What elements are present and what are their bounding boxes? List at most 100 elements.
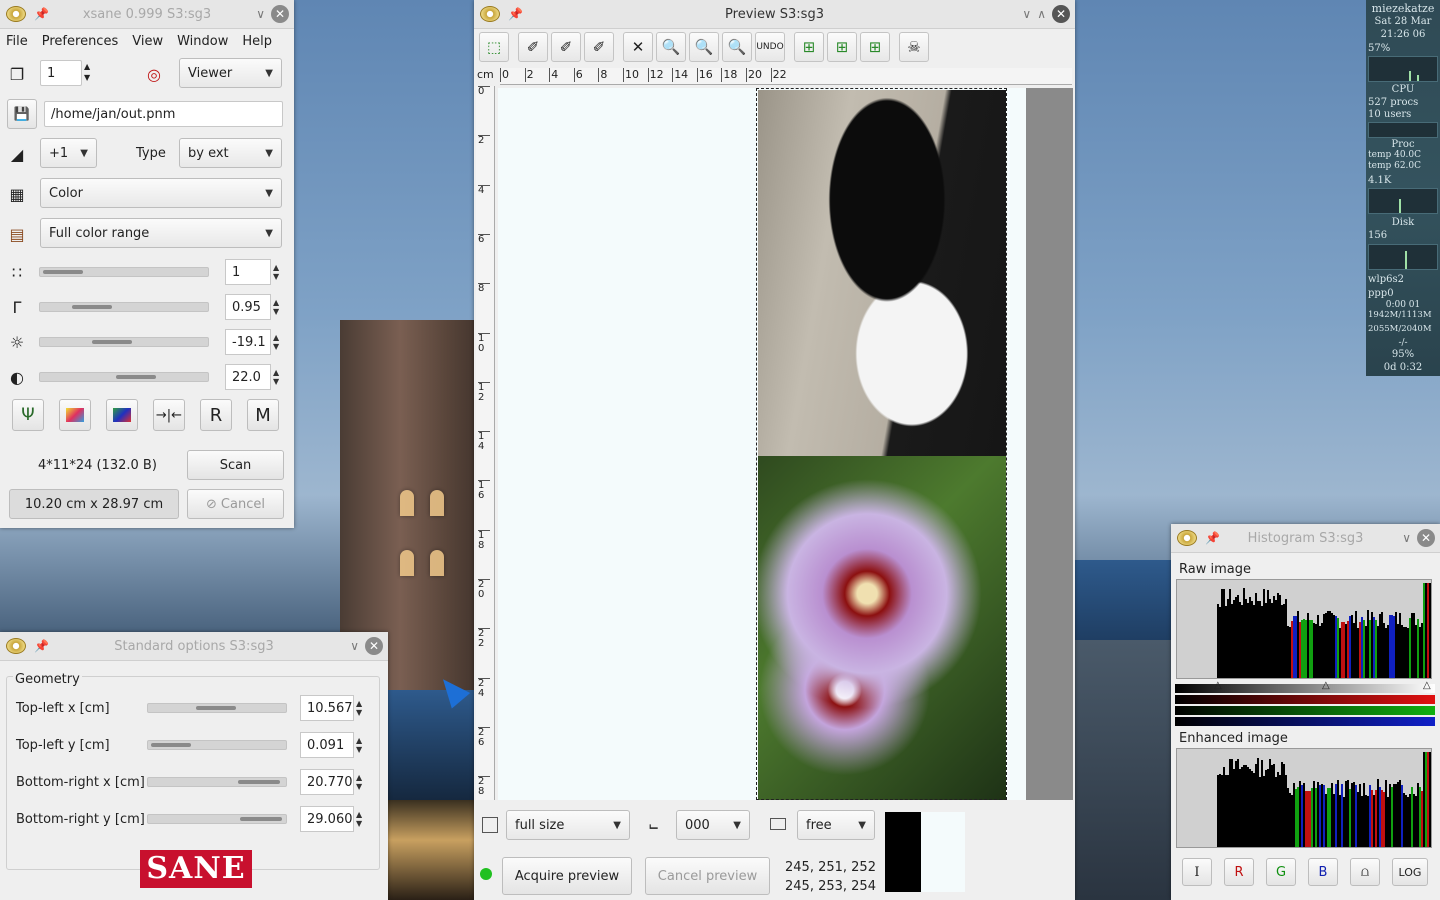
rotation-value: 000 [685, 817, 710, 833]
close-icon[interactable]: ✕ [1417, 529, 1435, 547]
ratio-select[interactable]: free ▼ [797, 810, 875, 840]
lines-toggle-icon[interactable]: ⩍ [1350, 858, 1380, 886]
pin-icon[interactable]: 📌 [1205, 531, 1220, 545]
preview-titlebar[interactable]: 📌 Preview S3:sg3 ∨ ∧ ✕ [474, 0, 1075, 29]
xsane-titlebar[interactable]: 📌 xsane 0.999 S3:sg3 ∨ ✕ [0, 0, 294, 29]
store-enhance-icon[interactable]: →|← [153, 399, 185, 431]
default-enhance-icon[interactable] [59, 399, 91, 431]
pin-icon[interactable]: 📌 [508, 7, 523, 21]
tlx-slider[interactable] [147, 703, 287, 713]
step-select[interactable]: +1 ▼ [40, 138, 97, 168]
pin-icon[interactable]: 📌 [34, 639, 49, 653]
chevron-down-icon[interactable]: ∨ [256, 7, 265, 21]
blue-toggle[interactable]: B [1308, 858, 1338, 886]
gray-point-handle[interactable]: △ [1322, 680, 1330, 691]
stdopts-titlebar[interactable]: 📌 Standard options S3:sg3 ∨ ✕ [0, 632, 388, 661]
chevron-down-icon[interactable]: ∨ [1402, 531, 1411, 545]
mode-select[interactable]: Viewer ▼ [179, 58, 282, 88]
pipette-white-icon[interactable]: ✐ [518, 32, 548, 62]
range-select[interactable]: Full color range ▼ [40, 218, 282, 248]
cancel-preview-button[interactable]: Cancel preview [645, 857, 770, 895]
brightness-spin[interactable]: -19.1 ▲ ▼ [225, 329, 279, 355]
users: 10 users [1368, 109, 1412, 120]
close-icon[interactable]: ✕ [365, 637, 383, 655]
film-icon: ▤ [9, 224, 25, 244]
type-select[interactable]: by ext ▼ [179, 138, 282, 168]
tly-value[interactable]: 0.091 [300, 732, 354, 758]
contrast-slider[interactable] [39, 372, 209, 382]
gamma-spin[interactable]: 0.95 ▲ ▼ [225, 294, 279, 320]
selection-rectangle[interactable] [756, 88, 1007, 800]
brx-value[interactable]: 20.770 [300, 769, 354, 795]
preview-canvas[interactable] [498, 88, 1073, 800]
bry-slider[interactable] [147, 814, 287, 824]
zoom-reset-icon[interactable]: ✕ [623, 32, 653, 62]
zoom-undo-icon[interactable]: UNDO [755, 32, 785, 62]
zoom-select[interactable]: full size ▼ [506, 810, 630, 840]
autoselect-icon[interactable]: ⊞ [794, 32, 824, 62]
gamma-slider[interactable] [39, 302, 209, 312]
acquire-preview-button[interactable]: Acquire preview [502, 857, 632, 895]
restore-enhance-icon[interactable] [106, 399, 138, 431]
full-area-icon[interactable]: ⊞ [860, 32, 890, 62]
pipette-black-icon[interactable]: ✐ [584, 32, 614, 62]
select-area-icon[interactable]: ⬚ [479, 32, 509, 62]
menu-view[interactable]: View [132, 34, 163, 49]
black-point-handle[interactable]: △ [1214, 680, 1222, 691]
rotation-select[interactable]: 000 ▼ [676, 810, 750, 840]
close-icon[interactable]: ✕ [1052, 5, 1070, 23]
brx-slider[interactable] [147, 777, 287, 787]
tly-slider[interactable] [147, 740, 287, 750]
auto-enhance-icon[interactable]: Ψ [12, 399, 44, 431]
scan-button[interactable]: Scan [187, 450, 284, 480]
menu-window[interactable]: Window [177, 34, 228, 49]
close-icon[interactable]: ✕ [271, 5, 289, 23]
gamma-value[interactable]: 0.95 [225, 294, 271, 320]
contrast-value[interactable]: 22.0 [225, 364, 271, 390]
chevron-up-icon[interactable]: ∧ [1037, 7, 1046, 21]
resolution-slider[interactable] [39, 267, 209, 277]
zoom-area-icon[interactable]: 🔍 [722, 32, 752, 62]
blue-slider-strip[interactable] [1175, 717, 1435, 726]
brightness-value[interactable]: -19.1 [225, 329, 271, 355]
filename-input[interactable]: /home/jan/out.pnm [44, 101, 283, 127]
chevron-down-icon[interactable]: ∨ [350, 639, 359, 653]
brightness-slider[interactable] [39, 337, 209, 347]
delete-images-icon[interactable]: ☠ [899, 32, 929, 62]
save-icon[interactable]: 💾 [7, 99, 37, 129]
intensity-toggle[interactable]: I [1182, 858, 1212, 886]
bry-spin[interactable]: 29.060 ▲ ▼ [300, 806, 362, 832]
bry-value[interactable]: 29.060 [300, 806, 354, 832]
log-toggle[interactable]: LOG [1392, 858, 1428, 886]
tlx-spin[interactable]: 10.567 ▲ ▼ [300, 695, 362, 721]
color-mode-select[interactable]: Color ▼ [40, 178, 282, 208]
zoom-in-icon[interactable]: 🔍 [689, 32, 719, 62]
menu-preferences[interactable]: Preferences [42, 34, 118, 49]
menu-help[interactable]: Help [242, 34, 272, 49]
resolution-value[interactable]: 1 [225, 259, 271, 285]
autoraise-icon[interactable]: ⊞ [827, 32, 857, 62]
reset-icon[interactable]: R [200, 399, 232, 431]
medium-icon[interactable]: M [247, 399, 279, 431]
zoom-out-icon[interactable]: 🔍 [656, 32, 686, 62]
sane-logo: SANE [140, 850, 252, 888]
green-slider-strip[interactable] [1175, 706, 1435, 715]
green-toggle[interactable]: G [1266, 858, 1296, 886]
tly-spin[interactable]: 0.091 ▲ ▼ [300, 732, 362, 758]
copies-stepper[interactable]: ▲ ▼ [84, 61, 90, 83]
pipette-gray-icon[interactable]: ✐ [551, 32, 581, 62]
brx-spin[interactable]: 20.770 ▲ ▼ [300, 769, 362, 795]
tlx-value[interactable]: 10.567 [300, 695, 354, 721]
contrast-spin[interactable]: 22.0 ▲ ▼ [225, 364, 279, 390]
resolution-spin[interactable]: 1 ▲ ▼ [225, 259, 279, 285]
chevron-down-icon[interactable]: ∨ [1022, 7, 1031, 21]
white-point-handle[interactable]: △ [1423, 680, 1431, 691]
red-toggle[interactable]: R [1224, 858, 1254, 886]
histogram-titlebar[interactable]: 📌 Histogram S3:sg3 ∨ ✕ [1171, 524, 1440, 553]
cancel-button[interactable]: ⊘ Cancel [187, 489, 284, 519]
menu-file[interactable]: File [6, 34, 28, 49]
red-slider-strip[interactable] [1175, 695, 1435, 704]
pin-icon[interactable]: 📌 [34, 7, 49, 21]
ratio-value: free [806, 817, 832, 833]
copies-input[interactable]: 1 [40, 60, 82, 86]
